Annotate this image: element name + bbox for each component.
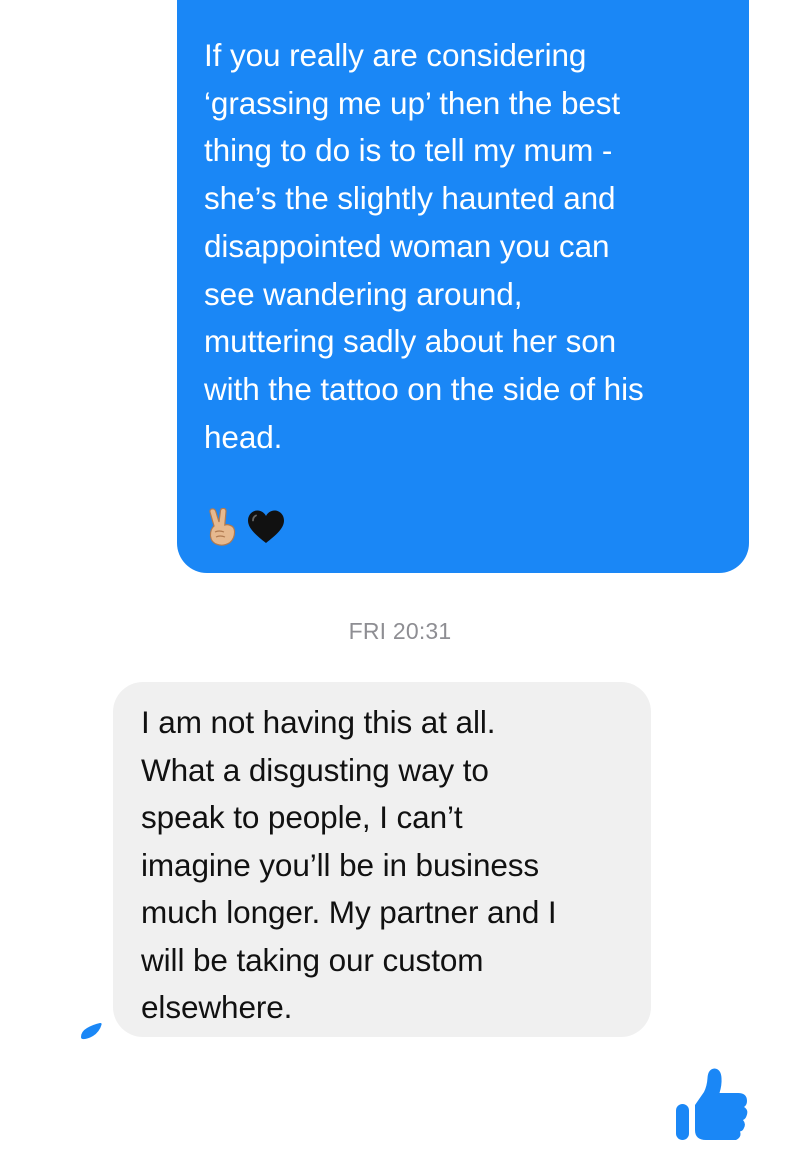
thumbs-up-icon[interactable] [674, 1064, 752, 1142]
incoming-message-text: I am not having this at all. What a disg… [141, 704, 557, 1025]
chat-thread: If you really are considering ‘grassing … [0, 0, 800, 1153]
message-timestamp: FRI 20:31 [348, 618, 452, 644]
message-emoji-row [205, 508, 285, 546]
incoming-message-bubble[interactable]: I am not having this at all. What a disg… [113, 682, 651, 1037]
victory-hand-icon [209, 508, 236, 546]
outgoing-message-text: If you really are considering ‘grassing … [204, 37, 644, 455]
black-heart-icon [248, 510, 284, 543]
outgoing-message-bubble[interactable]: If you really are considering ‘grassing … [177, 0, 749, 573]
seen-indicator-icon [81, 1022, 102, 1040]
